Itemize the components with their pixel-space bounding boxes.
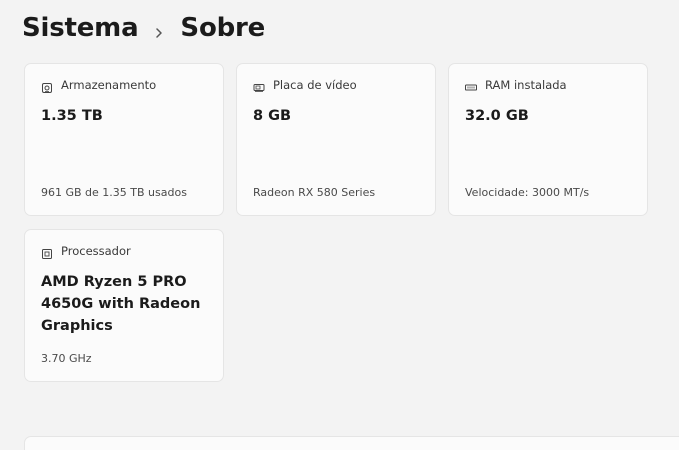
storage-title: Armazenamento [61, 78, 157, 92]
processor-name-line-2: 4650G with Radeon [41, 296, 201, 312]
breadcrumb-sobre: Sobre [180, 13, 266, 43]
gpu-value: 8 GB [253, 108, 292, 124]
breadcrumb: Sistema Sobre [22, 8, 265, 48]
processor-value: AMD Ryzen 5 PRO 4650G with Radeon Graphi… [41, 271, 200, 337]
ram-value: 32.0 GB [465, 108, 529, 124]
storage-card[interactable]: Armazenamento 1.35 TB 961 GB de 1.35 TB … [24, 63, 224, 216]
processor-icon [41, 245, 53, 259]
storage-value: 1.35 TB [41, 108, 103, 124]
ram-speed: Velocidade: 3000 MT/s [465, 186, 590, 199]
ram-icon [465, 79, 477, 91]
bottom-panel [24, 436, 679, 450]
storage-usage: 961 GB de 1.35 TB usados [41, 186, 187, 199]
gpu-model: Radeon RX 580 Series [253, 186, 376, 199]
gpu-card[interactable]: Placa de vídeo 8 GB Radeon RX 580 Series [236, 63, 436, 216]
processor-speed: 3.70 GHz [41, 352, 92, 365]
processor-name-line-3: Graphics [41, 318, 113, 334]
storage-icon [41, 79, 53, 93]
processor-name-line-1: AMD Ryzen 5 PRO [41, 274, 187, 290]
ram-card[interactable]: RAM instalada 32.0 GB Velocidade: 3000 M… [448, 63, 648, 216]
ram-title: RAM instalada [485, 78, 567, 92]
breadcrumb-sistema[interactable]: Sistema [22, 13, 139, 43]
processor-card[interactable]: Processador AMD Ryzen 5 PRO 4650G with R… [24, 229, 224, 382]
gpu-icon [253, 79, 265, 92]
gpu-title: Placa de vídeo [273, 78, 357, 92]
chevron-right-icon [154, 23, 164, 38]
processor-title: Processador [61, 244, 131, 258]
about-page: Sistema Sobre Armazenamento 1.35 TB 961 … [0, 0, 679, 450]
